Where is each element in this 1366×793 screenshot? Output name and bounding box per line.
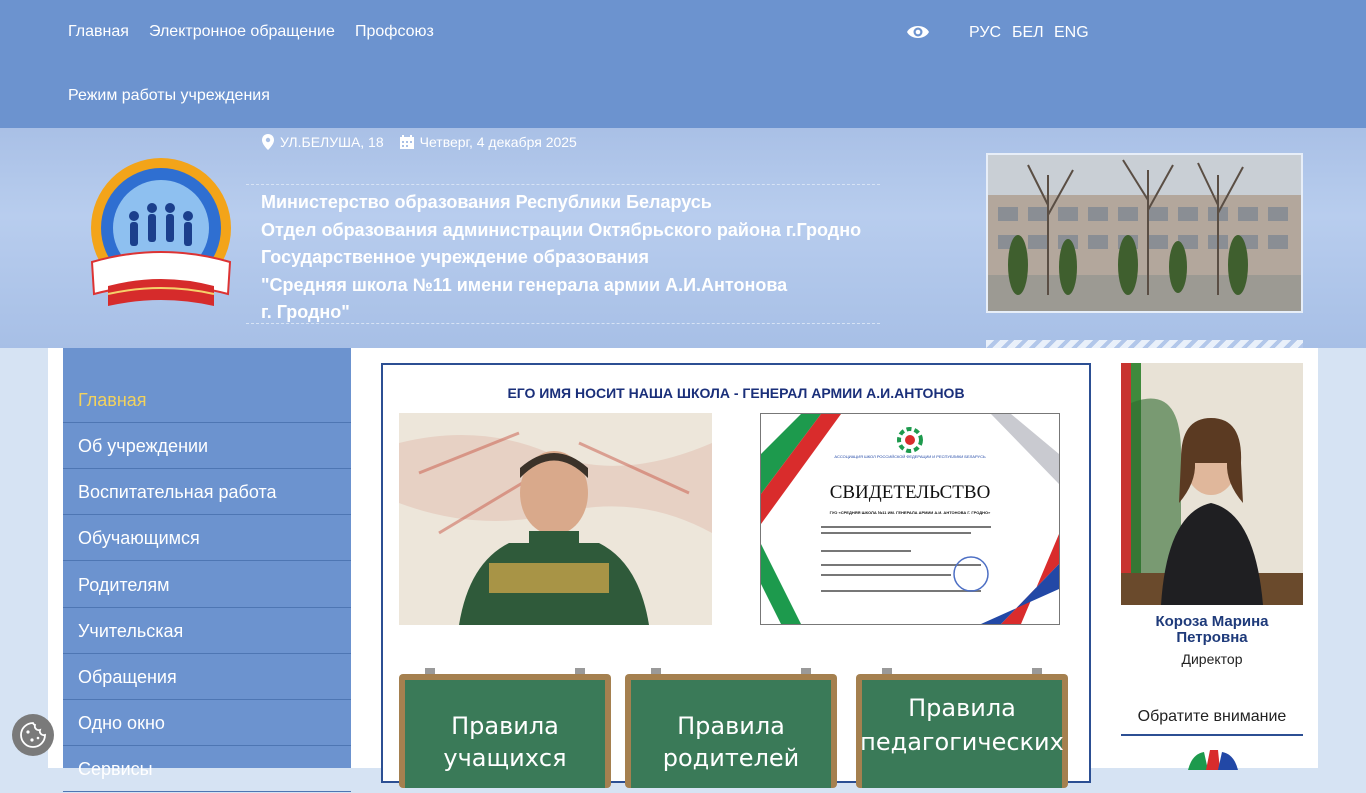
association-certificate[interactable]: АССОЦИАЦИЯ ШКОЛ РОССИЙСКОЙ ФЕДЕРАЦИИ И Р… bbox=[760, 413, 1060, 625]
sidebar-item-home[interactable]: Главная bbox=[63, 377, 351, 423]
current-date: Четверг, 4 декабря 2025 bbox=[419, 134, 577, 150]
director-photo[interactable] bbox=[1121, 363, 1303, 605]
nav-home[interactable]: Главная bbox=[68, 23, 129, 41]
organization-name: Министерство образования Республики Бела… bbox=[261, 189, 861, 327]
lang-rus[interactable]: РУС bbox=[969, 24, 1001, 42]
attention-heading: Обратите внимание bbox=[1121, 708, 1303, 736]
board-teacher-rules-line-2: педагогических bbox=[860, 728, 1064, 756]
org-line-2: Отдел образования администрации Октябрьс… bbox=[261, 219, 862, 240]
calendar-icon bbox=[399, 135, 414, 149]
decorative-stripe bbox=[986, 340, 1303, 348]
sidebar-item-services[interactable]: Сервисы bbox=[63, 746, 351, 792]
lang-bel[interactable]: БЕЛ bbox=[1012, 24, 1044, 42]
sidebar-item-one-window[interactable]: Одно окно bbox=[63, 700, 351, 746]
board-teacher-rules-line-1: Правила bbox=[908, 694, 1016, 722]
lang-eng[interactable]: ENG bbox=[1054, 24, 1089, 42]
certificate-recipient: ГУО «СРЕДНЯЯ ШКОЛА №11 ИМ. ГЕНЕРАЛА АРМИ… bbox=[830, 510, 991, 515]
header-divider-top bbox=[246, 184, 880, 185]
director-name: Короза Марина Петровна bbox=[1155, 613, 1269, 646]
cookie-icon bbox=[20, 722, 46, 748]
board-teacher-rules[interactable]: Правила педагогических bbox=[856, 668, 1068, 788]
org-line-3: Государственное учреждение образования bbox=[261, 247, 649, 267]
location-pin-icon bbox=[262, 134, 274, 150]
org-line-1: Министерство образования Республики Бела… bbox=[261, 192, 712, 212]
header-divider-bottom bbox=[246, 323, 880, 324]
director-role: Директор bbox=[1181, 651, 1243, 667]
certificate-heading: СВИДЕТЕЛЬСТВО bbox=[830, 482, 991, 503]
sidebar-item-teachers[interactable]: Учительская bbox=[63, 608, 351, 654]
card-title: ЕГО ИМЯ НОСИТ НАША ШКОЛА - ГЕНЕРАЛ АРМИИ… bbox=[507, 385, 965, 401]
certificate-org: АССОЦИАЦИЯ ШКОЛ РОССИЙСКОЙ ФЕДЕРАЦИИ И Р… bbox=[834, 454, 986, 459]
nav-electronic-appeal[interactable]: Электронное обращение bbox=[149, 23, 335, 41]
main-card: ЕГО ИМЯ НОСИТ НАША ШКОЛА - ГЕНЕРАЛ АРМИИ… bbox=[381, 363, 1091, 788]
top-navigation: Главная Электронное обращение Профсоюз Р… bbox=[0, 0, 1366, 128]
org-line-4: "Средняя школа №11 имени генерала армии … bbox=[261, 274, 788, 295]
board-parent-rules-line-1: Правила bbox=[677, 712, 785, 740]
sidebar-item-students[interactable]: Обучающимся bbox=[63, 515, 351, 561]
sidebar-menu: Главная Об учреждении Воспитательная раб… bbox=[63, 348, 351, 792]
nav-trade-union[interactable]: Профсоюз bbox=[355, 23, 434, 41]
sidebar-item-educational-work[interactable]: Воспитательная работа bbox=[63, 469, 351, 515]
school-address: УЛ.БЕЛУША, 18 bbox=[280, 134, 384, 150]
board-student-rules-line-1: Правила bbox=[451, 712, 559, 740]
sidebar-item-about[interactable]: Об учреждении bbox=[63, 423, 351, 469]
cookie-settings-button[interactable] bbox=[12, 714, 54, 756]
general-portrait[interactable] bbox=[399, 413, 712, 625]
board-student-rules[interactable]: Правила учащихся bbox=[399, 668, 611, 788]
school-building-photo bbox=[986, 153, 1303, 313]
sidebar-item-appeals[interactable]: Обращения bbox=[63, 654, 351, 700]
nav-working-hours[interactable]: Режим работы учреждения bbox=[68, 87, 270, 105]
partner-logo[interactable] bbox=[1184, 750, 1242, 770]
sidebar-item-parents[interactable]: Родителям bbox=[63, 562, 351, 608]
eye-icon[interactable] bbox=[906, 22, 930, 42]
school-logo[interactable] bbox=[78, 154, 244, 320]
board-parent-rules[interactable]: Правила родителей bbox=[625, 668, 837, 788]
address-row: УЛ.БЕЛУША, 18 Четверг, 4 декабря 2025 bbox=[262, 134, 577, 150]
